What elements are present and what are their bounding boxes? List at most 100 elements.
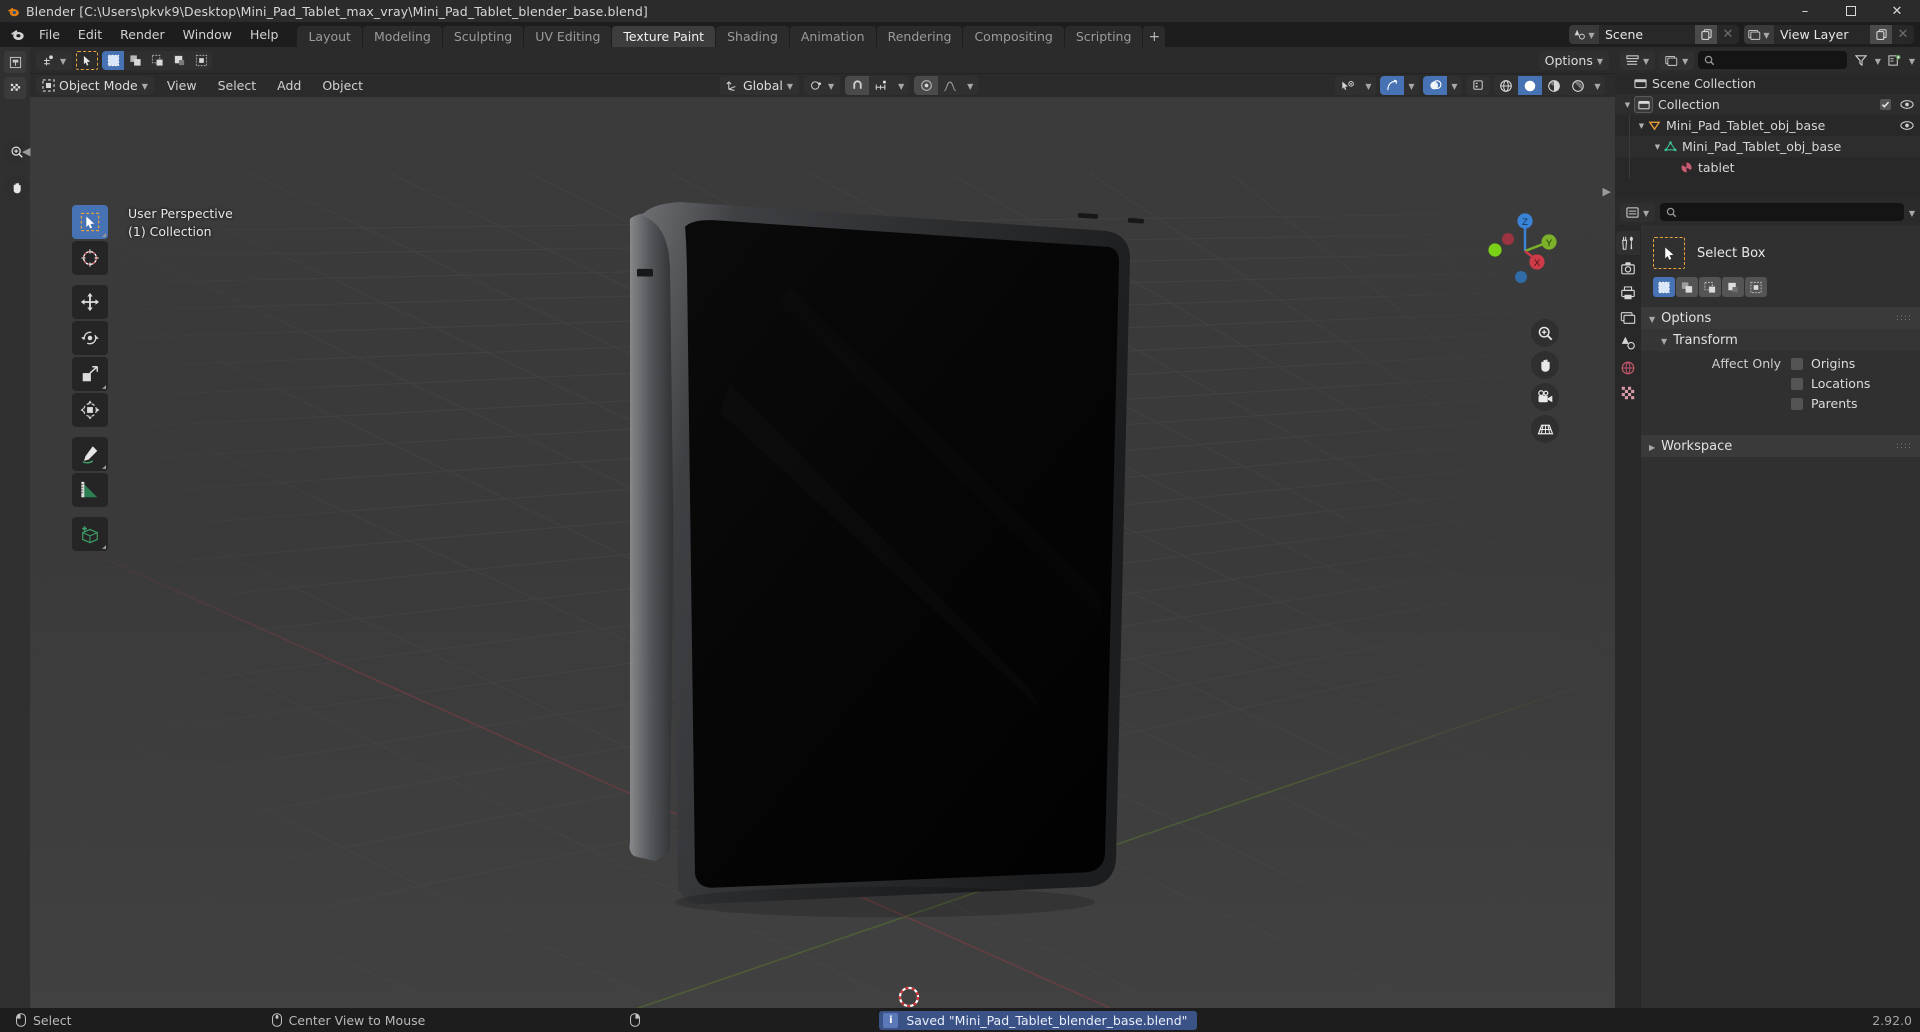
transform-orientation-selector[interactable]: Global ▼ bbox=[720, 76, 800, 95]
select-set-button[interactable] bbox=[1653, 277, 1675, 297]
falloff-dropdown-caret[interactable]: ▼ bbox=[962, 76, 979, 95]
properties-editor-type-button[interactable]: ▼ bbox=[1620, 202, 1656, 222]
select-intersect-button[interactable] bbox=[190, 50, 213, 70]
viewport-menu-view[interactable]: View bbox=[159, 73, 205, 98]
rotate-tool[interactable] bbox=[72, 321, 108, 355]
outliner-row-scene-collection[interactable]: Scene Collection bbox=[1615, 73, 1920, 94]
status-report-badge[interactable]: i Saved "Mini_Pad_Tablet_blender_base.bl… bbox=[879, 1010, 1198, 1030]
outliner-row-object[interactable]: ▼ Mini_Pad_Tablet_obj_base bbox=[1615, 115, 1920, 136]
editor-type-selector[interactable]: ▼ bbox=[36, 50, 73, 70]
rendered-shading-icon[interactable] bbox=[1566, 76, 1590, 95]
interaction-mode-selector[interactable]: Object Mode ▼ bbox=[36, 76, 154, 95]
minimize-button[interactable]: – bbox=[1782, 0, 1828, 22]
blender-menu-icon[interactable] bbox=[4, 22, 30, 47]
new-scene-button[interactable] bbox=[1695, 25, 1717, 44]
outliner-display-mode-button[interactable]: ▼ bbox=[1659, 50, 1695, 70]
show-overlays-icon[interactable] bbox=[1423, 76, 1447, 95]
workspace-tab-uv-editing[interactable]: UV Editing bbox=[524, 26, 612, 47]
tweak-select-box-tool[interactable] bbox=[72, 205, 108, 239]
add-workspace-button[interactable]: + bbox=[1143, 26, 1166, 47]
properties-tab-output[interactable] bbox=[1616, 281, 1640, 305]
select-set-button[interactable] bbox=[102, 50, 125, 70]
zoom-icon[interactable] bbox=[1531, 319, 1559, 347]
workspace-tab-animation[interactable]: Animation bbox=[789, 26, 876, 47]
solid-shading-icon[interactable] bbox=[1518, 76, 1542, 95]
scene-icon[interactable]: ▼ bbox=[1569, 25, 1599, 44]
sidebar-collapse-arrow[interactable]: ▶ bbox=[1603, 185, 1611, 198]
toggle-xray-icon[interactable] bbox=[1466, 76, 1490, 95]
annotate-tool[interactable] bbox=[72, 437, 108, 471]
outliner-header-caret[interactable]: ▼ bbox=[1909, 57, 1915, 66]
snap-magnet-icon[interactable] bbox=[845, 76, 870, 95]
remove-view-layer-button[interactable]: ✕ bbox=[1892, 25, 1914, 44]
select-subtract-button[interactable] bbox=[146, 50, 169, 70]
workspace-tab-modeling[interactable]: Modeling bbox=[362, 26, 442, 47]
select-invert-button[interactable] bbox=[1722, 277, 1744, 297]
workspace-tab-compositing[interactable]: Compositing bbox=[963, 26, 1064, 47]
active-tool-swatch-icon[interactable] bbox=[1653, 237, 1685, 269]
snap-increment-icon[interactable] bbox=[869, 76, 894, 95]
properties-tab-scene[interactable] bbox=[1616, 331, 1640, 355]
paint-editor-icon[interactable] bbox=[4, 51, 26, 73]
properties-tab-tool[interactable] bbox=[1616, 231, 1640, 255]
outliner-search-input[interactable] bbox=[1698, 51, 1847, 69]
workspace-tab-layout[interactable]: Layout bbox=[297, 26, 362, 47]
view-layer-selector[interactable]: ▼ View Layer ✕ bbox=[1744, 25, 1914, 44]
show-gizmo-icon[interactable] bbox=[1380, 76, 1404, 95]
origins-checkbox[interactable] bbox=[1791, 357, 1803, 370]
measure-tool[interactable] bbox=[72, 473, 108, 507]
active-tool-indicator[interactable] bbox=[76, 50, 99, 70]
viewport-menu-add[interactable]: Add bbox=[269, 73, 309, 98]
select-extend-button[interactable] bbox=[124, 50, 147, 70]
visibility-caret[interactable]: ▼ bbox=[1361, 76, 1376, 95]
eye-icon[interactable] bbox=[1900, 99, 1914, 110]
new-view-layer-button[interactable] bbox=[1870, 25, 1892, 44]
menu-file[interactable]: File bbox=[30, 22, 69, 47]
workspace-tab-rendering[interactable]: Rendering bbox=[876, 26, 963, 47]
outliner-tree[interactable]: Scene Collection ▼ Collection ▼ Mini_Pad… bbox=[1615, 73, 1920, 199]
material-preview-shading-icon[interactable] bbox=[1542, 76, 1566, 95]
close-button[interactable]: ✕ bbox=[1874, 0, 1920, 22]
view-layer-name[interactable]: View Layer bbox=[1774, 27, 1870, 42]
properties-tab-world[interactable] bbox=[1616, 356, 1640, 380]
properties-tab-render[interactable] bbox=[1616, 256, 1640, 280]
outliner-row-mesh-data[interactable]: ▼ Mini_Pad_Tablet_obj_base bbox=[1615, 136, 1920, 157]
panel-header-transform[interactable]: ▼ Transform bbox=[1641, 329, 1920, 351]
gizmo-caret[interactable]: ▼ bbox=[1404, 76, 1419, 95]
add-cube-tool[interactable] bbox=[72, 517, 108, 551]
workspace-tab-scripting[interactable]: Scripting bbox=[1064, 26, 1143, 47]
outliner-filter-icon[interactable] bbox=[1851, 54, 1871, 66]
menu-render[interactable]: Render bbox=[111, 22, 174, 47]
parents-checkbox[interactable] bbox=[1791, 397, 1803, 410]
outliner-row-collection[interactable]: ▼ Collection bbox=[1615, 94, 1920, 115]
tablet-3d-object[interactable] bbox=[30, 97, 1615, 1008]
viewport-collapse-arrow[interactable]: ◀ bbox=[22, 145, 30, 158]
shading-caret[interactable]: ▼ bbox=[1590, 76, 1605, 95]
move-tool[interactable] bbox=[72, 285, 108, 319]
outliner-editor-type-button[interactable]: ▼ bbox=[1620, 50, 1656, 70]
locations-checkbox[interactable] bbox=[1791, 377, 1803, 390]
menu-window[interactable]: Window bbox=[174, 22, 241, 47]
outliner-new-collection-icon[interactable] bbox=[1885, 54, 1905, 67]
menu-help[interactable]: Help bbox=[241, 22, 288, 47]
properties-header-caret[interactable]: ▼ bbox=[1909, 209, 1915, 218]
properties-tab-view-layer[interactable] bbox=[1616, 306, 1640, 330]
3d-viewport[interactable]: User Perspective (1) Collection Z Y X ▶ bbox=[30, 97, 1615, 1008]
texture-checker-icon[interactable] bbox=[4, 77, 26, 99]
disclosure-triangle[interactable]: ▼ bbox=[1621, 101, 1634, 109]
overlay-caret[interactable]: ▼ bbox=[1447, 76, 1462, 95]
outliner-row-material[interactable]: tablet bbox=[1615, 157, 1920, 178]
properties-tab-texture[interactable] bbox=[1616, 381, 1640, 405]
workspace-tab-sculpting[interactable]: Sculpting bbox=[442, 26, 524, 47]
scene-selector[interactable]: ▼ Scene ✕ bbox=[1569, 25, 1739, 44]
viewport-menu-select[interactable]: Select bbox=[210, 73, 265, 98]
scene-name[interactable]: Scene bbox=[1599, 27, 1695, 42]
pivot-point-selector[interactable]: ▼ bbox=[804, 76, 841, 95]
proportional-edit-icon[interactable] bbox=[914, 76, 939, 95]
select-intersect-button[interactable] bbox=[1745, 277, 1767, 297]
collection-checkbox[interactable] bbox=[1880, 99, 1891, 110]
viewport-menu-object[interactable]: Object bbox=[314, 73, 371, 98]
grid-ortho-icon[interactable] bbox=[1531, 415, 1559, 443]
select-extend-button[interactable] bbox=[1676, 277, 1698, 297]
workspace-tab-shading[interactable]: Shading bbox=[716, 26, 789, 47]
